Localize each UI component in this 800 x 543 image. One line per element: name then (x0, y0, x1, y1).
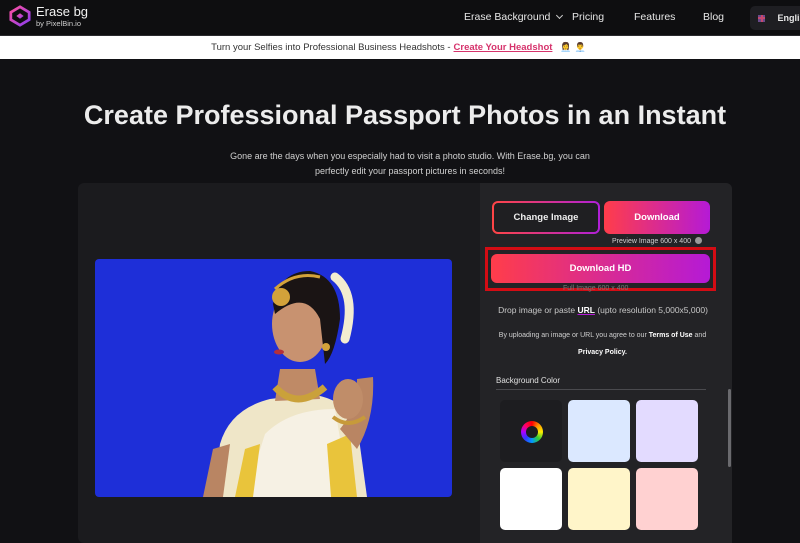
info-icon[interactable] (695, 237, 702, 244)
preview-note-text: Preview Image 600 x 400 (612, 238, 691, 245)
drop-instructions: Drop image or paste URL (upto resolution… (478, 305, 728, 315)
change-image-button[interactable]: Change Image (492, 201, 600, 234)
create-headshot-link[interactable]: Create Your Headshot (454, 42, 553, 53)
swatch-light-yellow[interactable] (568, 468, 630, 530)
woman-portrait-image (203, 271, 374, 497)
swatch-custom-color-picker[interactable] (500, 400, 562, 462)
drop-prefix: Drop image or paste (498, 305, 576, 315)
terms-of-use-link[interactable]: Terms of Use (649, 332, 693, 339)
office-worker-icons: 👩‍💼👨‍💼 (560, 42, 589, 52)
nav-erase-background[interactable]: Erase Background (464, 11, 564, 23)
swatch-light-lavender[interactable] (636, 400, 698, 462)
download-hd-button[interactable]: Download HD (491, 254, 710, 283)
divider (496, 389, 706, 390)
terms-and: and (694, 332, 707, 339)
banner-text: Turn your Selfies into Professional Busi… (211, 42, 451, 53)
page-subtitle: Gone are the days when you especially ha… (200, 149, 620, 179)
brand-title: Erase bg (36, 4, 89, 19)
brand-logo[interactable]: Erase bg by PixelBin.io (9, 5, 88, 28)
brand-subtitle: by PixelBin.io (36, 19, 82, 28)
terms-notice: By uploading an image or URL you agree t… (490, 327, 715, 361)
nav-features[interactable]: Features (634, 11, 675, 23)
privacy-policy-link[interactable]: Privacy Policy. (578, 349, 627, 356)
swatch-white[interactable] (500, 468, 562, 530)
controls-scrollbar[interactable] (728, 389, 731, 467)
swatch-light-pink[interactable] (636, 468, 698, 530)
page-title: Create Professional Passport Photos in a… (83, 100, 727, 130)
swatch-light-blue[interactable] (568, 400, 630, 462)
color-wheel-icon (521, 421, 543, 443)
language-label: English (777, 13, 800, 23)
chevron-down-icon (556, 11, 564, 20)
nav-erase-background-label: Erase Background (464, 11, 551, 23)
full-image-note: Full Image 600 x 400 (563, 285, 629, 292)
drop-suffix: (upto resolution 5,000x5,000) (597, 305, 708, 315)
subtitle-line-2: perfectly edit your passport pictures in… (314, 166, 506, 176)
top-navbar: Erase bg by PixelBin.io Erase Background… (0, 0, 800, 36)
erase-bg-logo-icon (9, 5, 31, 28)
nav-pricing[interactable]: Pricing (572, 11, 604, 23)
preview-note: Preview Image 600 x 400 (612, 237, 702, 245)
edited-photo-preview (95, 259, 452, 497)
paste-url-link[interactable]: URL (577, 305, 594, 315)
language-selector[interactable]: English (750, 6, 800, 30)
terms-prefix: By uploading an image or URL you agree t… (498, 332, 647, 339)
promo-banner: Turn your Selfies into Professional Busi… (0, 36, 800, 59)
uk-flag-icon (758, 14, 766, 22)
subtitle-line-1: Gone are the days when you especially ha… (230, 151, 590, 161)
download-button[interactable]: Download (604, 201, 710, 234)
background-color-label: Background Color (496, 376, 561, 385)
nav-blog[interactable]: Blog (703, 11, 724, 23)
